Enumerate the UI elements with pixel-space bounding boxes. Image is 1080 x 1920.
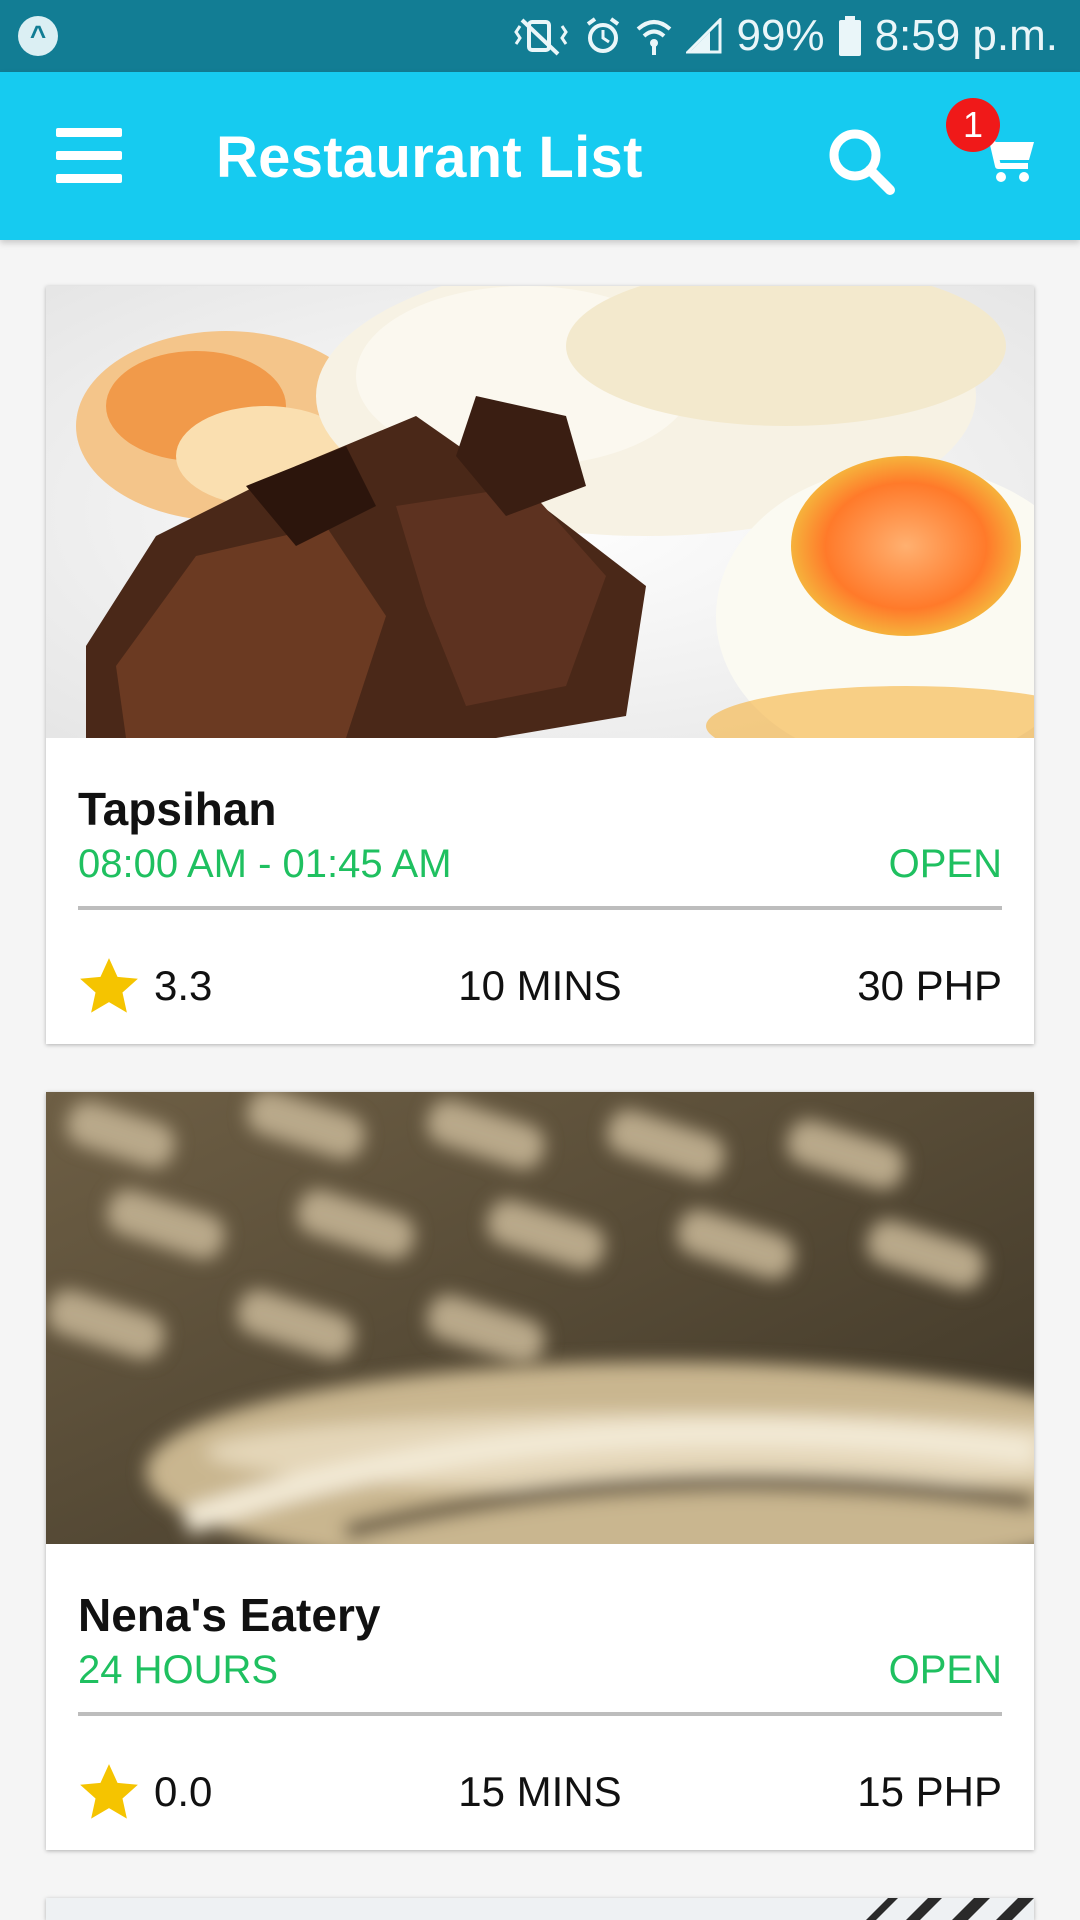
app-notification-icon: ^ bbox=[18, 16, 58, 56]
cart-count-badge: 1 bbox=[946, 98, 1000, 152]
battery-percent: 99% bbox=[736, 11, 825, 60]
restaurant-photo bbox=[46, 1092, 1034, 1544]
clock-time: 8:59 p.m. bbox=[874, 11, 1058, 60]
restaurant-card[interactable]: Nena's Eatery 24 HOURS OPEN 0.0 15 MINS … bbox=[46, 1092, 1034, 1850]
menu-button[interactable] bbox=[56, 128, 122, 184]
vibrate-mute-icon bbox=[514, 18, 569, 56]
page-title: Restaurant List bbox=[216, 125, 643, 190]
restaurant-photo bbox=[46, 286, 1034, 738]
price: 30 PHP bbox=[857, 962, 1002, 1009]
opening-hours: 08:00 AM - 01:45 AM bbox=[78, 842, 452, 886]
signal-icon bbox=[686, 18, 722, 54]
divider bbox=[78, 1712, 1002, 1716]
restaurant-card[interactable] bbox=[46, 1898, 1034, 1920]
status-indicators: 99% 8:59 p.m. bbox=[512, 0, 1058, 72]
divider bbox=[78, 906, 1002, 910]
price: 15 PHP bbox=[857, 1768, 1002, 1815]
status-bar: ^ 99% 8:59 p.m. bbox=[0, 0, 1080, 72]
app-bar: Restaurant List 1 bbox=[0, 72, 1080, 240]
restaurant-name: Tapsihan bbox=[78, 783, 277, 835]
alarm-icon bbox=[587, 17, 620, 53]
restaurant-photo bbox=[46, 1898, 1034, 1920]
search-icon[interactable] bbox=[826, 126, 896, 196]
restaurant-name: Nena's Eatery bbox=[78, 1589, 381, 1641]
battery-icon bbox=[838, 16, 861, 56]
open-status: OPEN bbox=[888, 842, 1002, 886]
opening-hours: 24 HOURS bbox=[78, 1648, 279, 1692]
restaurant-card[interactable]: Tapsihan 08:00 AM - 01:45 AM OPEN 3.3 10… bbox=[46, 286, 1034, 1044]
wifi-icon bbox=[637, 20, 672, 55]
open-status: OPEN bbox=[888, 1648, 1002, 1692]
